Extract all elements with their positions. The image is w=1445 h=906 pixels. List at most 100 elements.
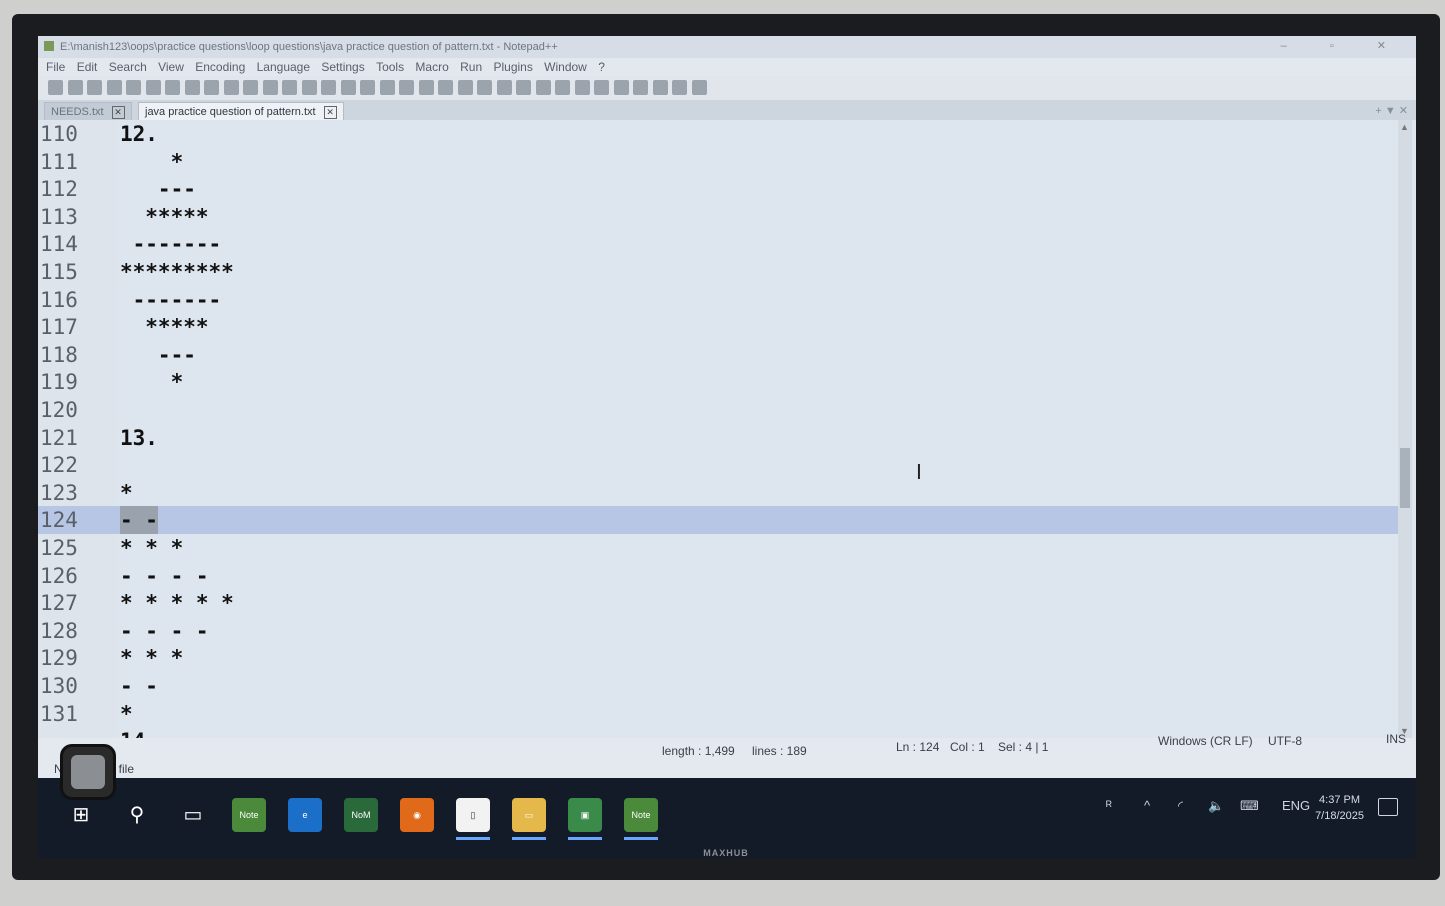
people-icon[interactable]: ᴿ [1106,798,1112,813]
menu-language[interactable]: Language [257,60,310,74]
toolbar-button-icon[interactable] [48,80,63,95]
menu-macro[interactable]: Macro [415,60,448,74]
toolbar-button-icon[interactable] [106,80,122,95]
editor-line[interactable]: 118 --- [38,341,1398,369]
toolbar-button-icon[interactable] [574,80,590,95]
taskbar-search-icon[interactable]: ⚲ [120,798,154,832]
taskbar-start-icon[interactable]: ⊞ [64,798,98,832]
toolbar-button-icon[interactable] [87,80,102,95]
taskbar-task-view-icon[interactable]: ▭ [176,798,210,832]
editor-line[interactable]: 128 - - - - [38,617,1398,645]
menu-search[interactable]: Search [109,60,147,74]
taskbar-editor-icon[interactable]: ▣ [568,798,602,840]
toolbar-button-icon[interactable] [438,80,453,95]
text-editor[interactable]: 110 12. 111 * 112 --- 113 ***** 114 ------- 11… [38,120,1398,738]
close-button[interactable]: ✕ [1377,40,1406,52]
floating-overlay-button[interactable] [60,744,116,800]
menu-run[interactable]: Run [460,60,482,74]
toolbar-button-icon[interactable] [67,80,83,95]
menu-help[interactable]: ? [598,60,605,74]
menu-window[interactable]: Window [544,60,587,74]
editor-line[interactable]: 131 * [38,700,1398,728]
editor-line[interactable]: 112 --- [38,175,1398,203]
editor-line[interactable]: 124 - - [38,506,1398,535]
editor-line[interactable]: 110 12. [38,120,1398,148]
tab-controls[interactable]: + ▼ ✕ [1375,104,1408,117]
toolbar-button-icon[interactable] [360,80,375,95]
taskbar-notepad-plus-3-icon[interactable]: Note [624,798,658,840]
taskbar-explorer-icon[interactable]: ▭ [512,798,546,840]
toolbar-button-icon[interactable] [594,80,609,95]
toolbar-button-icon[interactable] [223,80,239,95]
editor-line[interactable]: 117 ***** [38,313,1398,341]
toolbar-button-icon[interactable] [457,80,473,95]
toolbar-button-icon[interactable] [379,80,395,95]
chevron-up-icon[interactable]: ^ [1144,798,1150,813]
close-tab-icon[interactable]: ✕ [111,106,125,119]
toolbar-button-icon[interactable] [613,80,629,95]
editor-line[interactable]: 130 - - [38,672,1398,700]
toolbar-button-icon[interactable] [262,80,278,95]
toolbar-button-icon[interactable] [184,80,200,95]
toolbar-button-icon[interactable] [165,80,180,95]
editor-line[interactable]: 111 * [38,148,1398,176]
editor-line[interactable]: 113 ***** [38,203,1398,231]
editor-line[interactable]: 120 [38,396,1398,424]
vertical-scrollbar[interactable]: ▲ ▼ [1398,120,1412,738]
volume-icon[interactable]: 🔈 [1208,798,1224,814]
taskbar-edge-icon[interactable]: e [288,798,322,832]
notification-icon[interactable] [1378,798,1398,816]
editor-line[interactable]: 126 - - - - [38,562,1398,590]
taskbar-firefox-icon[interactable]: ◉ [400,798,434,832]
editor-line[interactable]: 114 ------- [38,230,1398,258]
language-indicator[interactable]: ENG [1282,798,1310,813]
window-controls[interactable]: – ▫ ✕ [1281,39,1406,52]
toolbar-button-icon[interactable] [477,80,492,95]
tab-needs[interactable]: NEEDS.txt ✕ [44,102,132,120]
menu-plugins[interactable]: Plugins [493,60,532,74]
toolbar-button-icon[interactable] [301,80,317,95]
toolbar-button-icon[interactable] [340,80,356,95]
editor-line[interactable]: 121 13. [38,424,1398,452]
editor-line[interactable]: 116 ------- [38,286,1398,314]
editor-line[interactable]: 115 ********* [38,258,1398,286]
toolbar-button-icon[interactable] [555,80,570,95]
toolbar-button-icon[interactable] [282,80,297,95]
toolbar-button-icon[interactable] [243,80,258,95]
editor-line[interactable]: 129 * * * [38,644,1398,672]
clock[interactable]: 4:37 PM 7/18/2025 [1315,792,1364,824]
taskbar-notepad-plus-2-icon[interactable]: NoM [344,798,378,832]
toolbar-button-icon[interactable] [691,80,707,95]
editor-line[interactable]: 122 [38,451,1398,479]
scrollbar-thumb[interactable] [1400,448,1410,508]
toolbar-button-icon[interactable] [535,80,551,95]
toolbar-button-icon[interactable] [516,80,531,95]
editor-line[interactable]: 125 * * * [38,534,1398,562]
taskbar-notepad-plus-icon[interactable]: Note [232,798,266,832]
wifi-icon[interactable]: ◜ [1178,798,1183,814]
taskbar-file-icon[interactable]: ▯ [456,798,490,840]
toolbar-button-icon[interactable] [321,80,336,95]
toolbar-button-icon[interactable] [126,80,141,95]
toolbar-button-icon[interactable] [633,80,648,95]
menu-file[interactable]: File [46,60,65,74]
tab-java-pattern[interactable]: java practice question of pattern.txt ✕ [138,102,344,120]
toolbar-button-icon[interactable] [496,80,512,95]
menu-settings[interactable]: Settings [321,60,364,74]
toolbar-button-icon[interactable] [652,80,668,95]
toolbar-button-icon[interactable] [204,80,219,95]
editor-line[interactable]: 119 * [38,368,1398,396]
toolbar-button-icon[interactable] [672,80,687,95]
menu-encoding[interactable]: Encoding [195,60,245,74]
toolbar-button-icon[interactable] [418,80,434,95]
editor-line[interactable]: 127 * * * * * [38,589,1398,617]
minimize-button[interactable]: – [1281,40,1307,52]
editor-line[interactable]: 123 * [38,479,1398,507]
scroll-up-icon[interactable]: ▲ [1400,122,1409,132]
menu-view[interactable]: View [158,60,184,74]
menu-edit[interactable]: Edit [77,60,98,74]
maximize-button[interactable]: ▫ [1330,40,1354,52]
menu-tools[interactable]: Tools [376,60,404,74]
toolbar-button-icon[interactable] [145,80,161,95]
close-tab-icon[interactable]: ✕ [323,106,337,119]
